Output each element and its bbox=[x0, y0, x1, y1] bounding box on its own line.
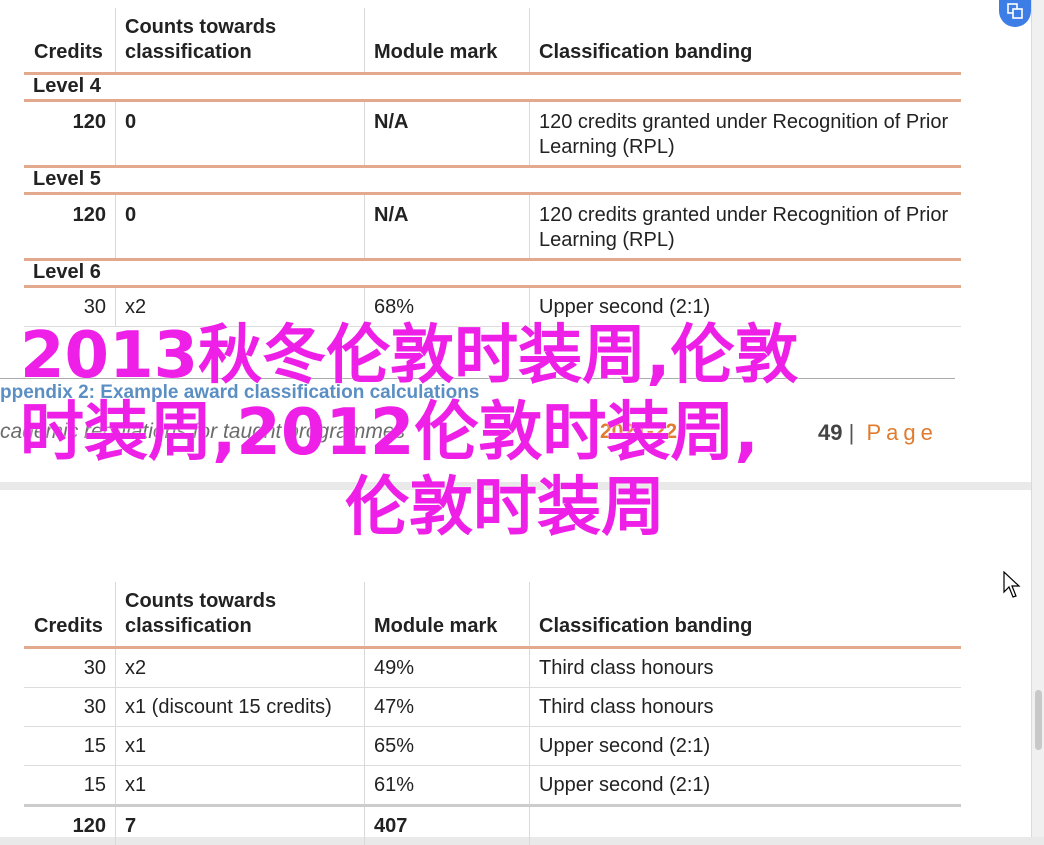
cell-credits: 120 bbox=[24, 101, 116, 167]
table-row: 30 x1 (discount 15 credits) 47% Third cl… bbox=[24, 688, 961, 727]
level-label: Level 4 bbox=[24, 74, 961, 101]
cell-credits: 15 bbox=[24, 766, 116, 806]
cell-banding: Third class honours bbox=[530, 648, 962, 688]
cell-banding: Third class honours bbox=[530, 688, 962, 727]
cell-banding: Upper second (2:1) bbox=[530, 766, 962, 806]
table-row: 30 x2 49% Third class honours bbox=[24, 648, 961, 688]
level-row: Level 5 bbox=[24, 167, 961, 194]
cell-credits: 30 bbox=[24, 648, 116, 688]
header-mark: Module mark bbox=[365, 8, 530, 74]
total-credits: 120 bbox=[24, 806, 116, 845]
cell-credits: 15 bbox=[24, 727, 116, 766]
overlay-caption-line3: 伦敦时装周 bbox=[345, 470, 665, 546]
level-row: Level 6 bbox=[24, 260, 961, 287]
cell-mark: 47% bbox=[365, 688, 530, 727]
total-banding bbox=[530, 806, 962, 845]
cell-counts: x1 bbox=[116, 727, 365, 766]
total-mark: 407 bbox=[365, 806, 530, 845]
overlay-caption-line2: 时装周,2012伦敦时装周, bbox=[20, 395, 759, 471]
mouse-pointer-icon bbox=[1003, 571, 1021, 599]
level-label: Level 5 bbox=[24, 167, 961, 194]
footer-page-label: 49 | Page bbox=[818, 420, 938, 446]
header-banding: Classification banding bbox=[530, 8, 962, 74]
cell-mark: 61% bbox=[365, 766, 530, 806]
table-row: 120 0 N/A 120 credits granted under Reco… bbox=[24, 194, 961, 260]
cell-counts: x1 bbox=[116, 766, 365, 806]
page-number: 49 bbox=[818, 420, 842, 445]
total-counts: 7 bbox=[116, 806, 365, 845]
header-credits: Credits bbox=[24, 8, 116, 74]
header-credits: Credits bbox=[24, 582, 116, 648]
table-row: 15 x1 61% Upper second (2:1) bbox=[24, 766, 961, 806]
table-header-row: Credits Counts towards classification Mo… bbox=[24, 582, 961, 648]
cell-counts: 0 bbox=[116, 101, 365, 167]
overlay-caption-line1: 2013秋冬伦敦时装周,伦敦 bbox=[20, 318, 798, 394]
cell-credits: 30 bbox=[24, 688, 116, 727]
cell-counts: x1 (discount 15 credits) bbox=[116, 688, 365, 727]
cell-banding: 120 credits granted under Recognition of… bbox=[530, 194, 962, 260]
table-row: 15 x1 65% Upper second (2:1) bbox=[24, 727, 961, 766]
cell-counts: 0 bbox=[116, 194, 365, 260]
level-row: Level 4 bbox=[24, 74, 961, 101]
credits-table-top: Credits Counts towards classification Mo… bbox=[24, 8, 961, 327]
translate-icon[interactable] bbox=[999, 0, 1031, 27]
table-header-row: Credits Counts towards classification Mo… bbox=[24, 8, 961, 74]
cell-banding: Upper second (2:1) bbox=[530, 727, 962, 766]
header-counts: Counts towards classification bbox=[116, 8, 365, 74]
page-word: Page bbox=[866, 420, 937, 445]
cell-mark: N/A bbox=[365, 101, 530, 167]
credits-table-bottom: Credits Counts towards classification Mo… bbox=[24, 582, 961, 845]
cell-counts: x2 bbox=[116, 648, 365, 688]
cell-mark: 49% bbox=[365, 648, 530, 688]
vertical-scrollbar[interactable] bbox=[1031, 0, 1044, 837]
table-row: 120 0 N/A 120 credits granted under Reco… bbox=[24, 101, 961, 167]
header-counts: Counts towards classification bbox=[116, 582, 365, 648]
scrollbar-thumb[interactable] bbox=[1035, 690, 1042, 750]
total-row: 120 7 407 bbox=[24, 806, 961, 845]
cell-mark: 65% bbox=[365, 727, 530, 766]
level-label: Level 6 bbox=[24, 260, 961, 287]
header-mark: Module mark bbox=[365, 582, 530, 648]
page-separator: | bbox=[849, 420, 855, 445]
cell-banding: 120 credits granted under Recognition of… bbox=[530, 101, 962, 167]
cell-credits: 120 bbox=[24, 194, 116, 260]
header-banding: Classification banding bbox=[530, 582, 962, 648]
cell-mark: N/A bbox=[365, 194, 530, 260]
